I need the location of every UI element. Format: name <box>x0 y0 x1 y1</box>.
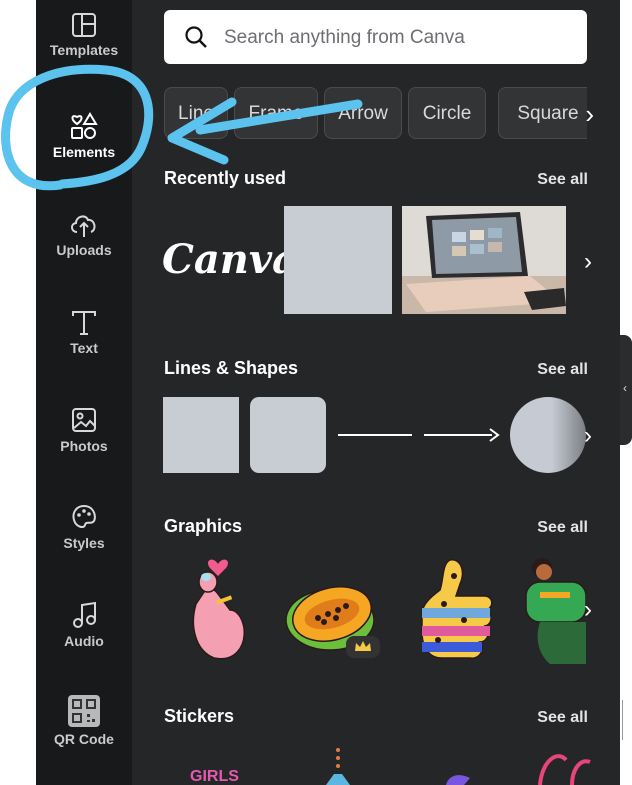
sidebar-item-label: QR Code <box>54 731 114 747</box>
papaya-graphic[interactable] <box>282 570 382 660</box>
chip-circle[interactable]: Circle <box>408 87 486 139</box>
see-all-link[interactable]: See all <box>537 519 588 537</box>
sidebar-item-elements[interactable]: Elements <box>36 100 132 178</box>
section-title: Lines & Shapes <box>164 358 299 378</box>
see-all-link[interactable]: See all <box>537 361 588 379</box>
sidebar-item-label: Uploads <box>56 242 112 258</box>
templates-icon <box>72 13 96 37</box>
purple-sticker[interactable] <box>444 772 474 785</box>
sidebar-item-uploads[interactable]: Uploads <box>36 198 132 276</box>
chevron-right-icon[interactable]: › <box>584 596 592 624</box>
sidebar-item-label: Audio <box>64 633 104 649</box>
collapse-panel-handle[interactable]: ‹ <box>620 335 632 445</box>
square-shape[interactable] <box>163 397 239 473</box>
sidebar-item-label: Styles <box>63 535 105 551</box>
search-icon <box>185 26 207 48</box>
arrow-head-icon <box>489 428 500 442</box>
chip-arrow[interactable]: Arrow <box>324 87 402 139</box>
filter-chips: Line Frame Arrow Circle Square <box>164 87 587 141</box>
see-all-link[interactable]: See all <box>537 709 588 727</box>
thumbs-up-graphic[interactable] <box>414 556 498 664</box>
text-icon <box>72 311 96 335</box>
chevron-right-icon[interactable]: › <box>554 86 594 142</box>
chip-frame[interactable]: Frame <box>234 87 318 139</box>
sidebar-item-templates[interactable]: Templates <box>36 0 132 78</box>
sidebar-item-label: Templates <box>49 42 119 58</box>
chip-line[interactable]: Line <box>164 87 228 139</box>
person-graphic[interactable] <box>520 556 586 664</box>
recent-square-element[interactable] <box>284 206 392 314</box>
qr-code-icon <box>68 695 100 727</box>
sidebar-item-qr-code[interactable]: QR Code <box>36 683 132 761</box>
canva-logo-element[interactable]: Canva <box>162 236 298 283</box>
sidebar-item-styles[interactable]: Styles <box>36 491 132 569</box>
arrow-line-shape[interactable] <box>424 434 492 436</box>
music-note-icon <box>73 601 96 628</box>
elements-panel: Line Frame Arrow Circle Square › Recentl… <box>132 0 620 785</box>
chevron-right-icon[interactable]: › <box>584 422 592 450</box>
palette-icon <box>72 504 96 529</box>
sidebar-item-audio[interactable]: Audio <box>36 589 132 667</box>
sidebar-item-text[interactable]: Text <box>36 296 132 374</box>
pink-swirl-sticker[interactable] <box>536 750 596 785</box>
search-input[interactable] <box>222 22 566 54</box>
section-title: Stickers <box>164 706 235 726</box>
upload-cloud-icon <box>71 215 96 237</box>
chevron-left-icon: ‹ <box>623 381 627 395</box>
photos-icon <box>72 408 96 432</box>
see-all-link[interactable]: See all <box>537 171 588 189</box>
sidebar-rail: Templates Elements Uploads Text Photos S… <box>36 0 132 785</box>
circle-shape[interactable] <box>510 397 586 473</box>
sidebar-item-label: Text <box>70 340 98 356</box>
elements-icon <box>71 112 98 139</box>
section-title: Recently used <box>164 168 287 188</box>
fountain-sticker[interactable] <box>322 744 362 785</box>
sidebar-item-label: Elements <box>52 144 116 160</box>
sidebar-item-label: Photos <box>60 438 108 454</box>
hand-heart-graphic[interactable] <box>180 554 256 662</box>
section-title: Graphics <box>164 516 243 536</box>
chevron-right-icon[interactable]: › <box>584 248 592 276</box>
line-shape[interactable] <box>338 434 412 436</box>
rounded-square-shape[interactable] <box>250 397 326 473</box>
girls-sticker[interactable]: GIRLS <box>190 768 239 785</box>
scrollbar[interactable] <box>622 700 623 740</box>
laptop-photo-element[interactable] <box>402 206 566 314</box>
sidebar-item-photos[interactable]: Photos <box>36 394 132 472</box>
search-box[interactable] <box>164 10 587 64</box>
